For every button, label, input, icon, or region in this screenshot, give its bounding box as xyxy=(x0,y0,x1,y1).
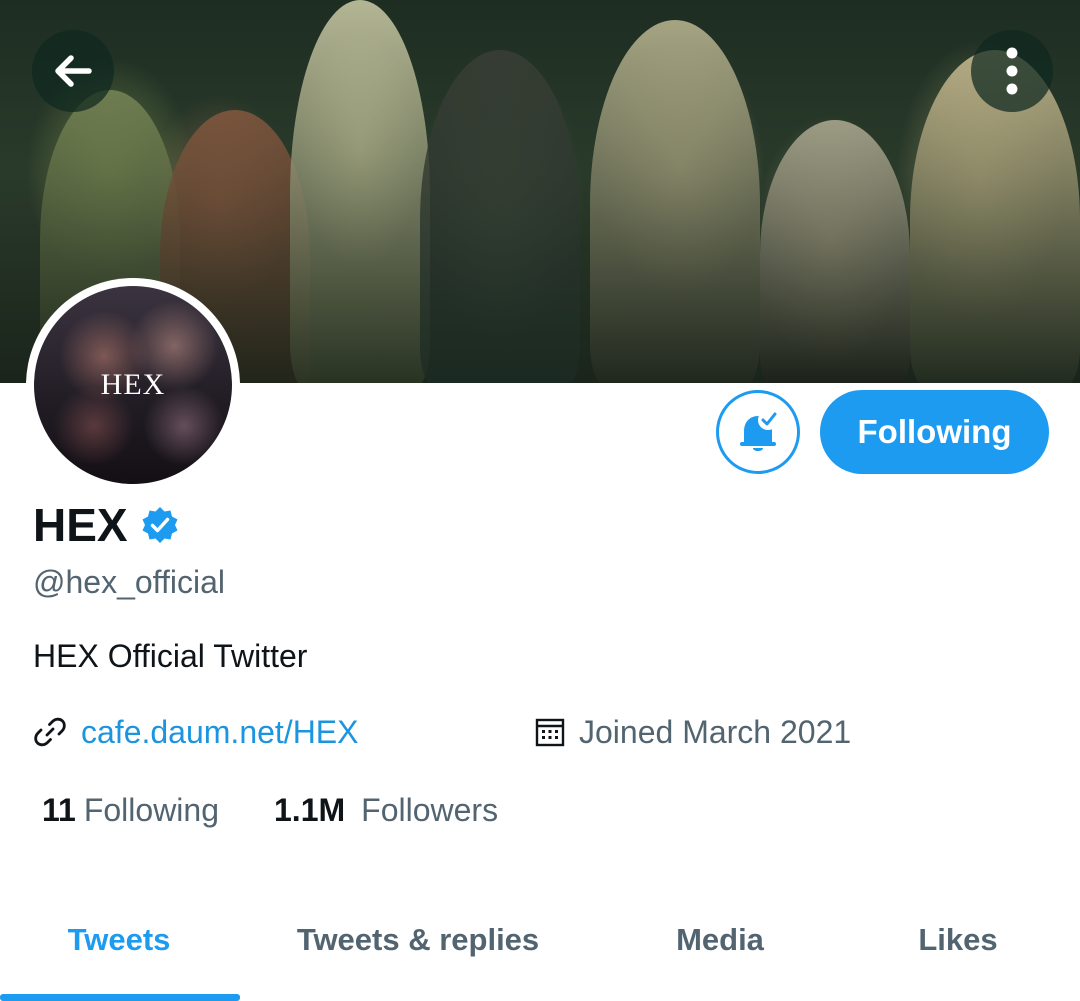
display-name: HEX xyxy=(33,499,128,551)
back-button[interactable] xyxy=(32,30,114,112)
profile-tabs: Tweets Tweets & replies Media Likes xyxy=(0,905,1080,1001)
banner-figure xyxy=(590,20,760,383)
tab-likes[interactable]: Likes xyxy=(858,905,1058,975)
website-link[interactable]: cafe.daum.net/HEX xyxy=(81,710,358,754)
banner-figure xyxy=(760,120,910,383)
more-options-button[interactable] xyxy=(971,30,1053,112)
tab-tweets-replies[interactable]: Tweets & replies xyxy=(258,905,578,975)
profile-meta: cafe.daum.net/HEX Joined March 2021 xyxy=(0,710,1080,754)
joined-item: Joined March 2021 xyxy=(535,710,851,754)
tab-media[interactable]: Media xyxy=(620,905,820,975)
following-stat[interactable]: 11 Following xyxy=(42,788,219,832)
notifications-button[interactable] xyxy=(716,390,800,474)
profile-bio: HEX Official Twitter xyxy=(33,638,308,674)
avatar-image: HEX xyxy=(34,286,232,484)
joined-date: Joined March 2021 xyxy=(579,714,852,750)
link-icon xyxy=(34,717,66,747)
website-item[interactable]: cafe.daum.net/HEX xyxy=(33,710,358,754)
followers-stat[interactable]: 1.1M Followers xyxy=(274,788,498,832)
followers-count: 1.1M xyxy=(274,792,346,828)
avatar-logo-text: HEX xyxy=(100,368,166,401)
profile-avatar[interactable]: HEX xyxy=(26,278,240,492)
arrow-left-icon xyxy=(55,55,92,87)
following-count: 11 xyxy=(42,792,76,828)
verified-badge-icon xyxy=(142,507,178,543)
following-button[interactable]: Following xyxy=(820,390,1049,474)
active-tab-indicator xyxy=(0,994,240,1001)
more-vertical-icon xyxy=(1006,47,1018,95)
tab-tweets[interactable]: Tweets xyxy=(0,905,238,975)
profile-handle: @hex_official xyxy=(33,564,225,600)
profile-name-row: HEX xyxy=(33,497,180,553)
followers-label: Followers xyxy=(361,792,499,828)
following-label: Following xyxy=(83,792,219,828)
profile-stats: 11 Following 1.1M Followers xyxy=(0,788,1080,832)
calendar-icon xyxy=(535,718,565,747)
banner-figure xyxy=(420,50,580,383)
banner-figure xyxy=(290,0,430,383)
bell-check-icon xyxy=(740,410,778,451)
